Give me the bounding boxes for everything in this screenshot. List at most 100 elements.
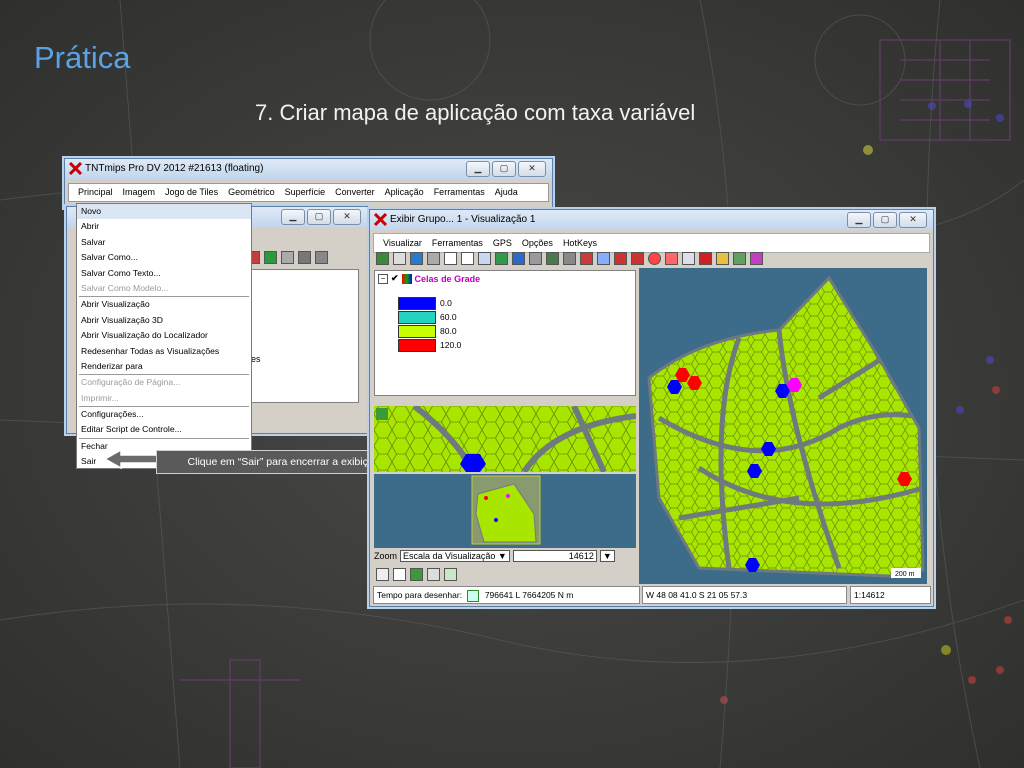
grid-icon[interactable] <box>410 568 423 581</box>
expand-icon[interactable]: − <box>378 273 388 284</box>
small-toolbar <box>376 568 459 581</box>
menu-item-abrir-visualizacao[interactable]: Abrir Visualização <box>77 297 251 312</box>
layer-icon[interactable] <box>264 251 277 264</box>
edit-icon[interactable] <box>733 252 746 265</box>
list-icon[interactable] <box>298 251 311 264</box>
layer-row[interactable]: − ✔ Celas de Grade <box>378 273 480 284</box>
menu-opcoes[interactable]: Opções <box>517 234 558 252</box>
menu-item-salvar-como[interactable]: Salvar Como... <box>77 250 251 265</box>
legend-swatch <box>398 311 436 325</box>
menu-item-abrir[interactable]: Abrir <box>77 219 251 234</box>
gps-icon <box>467 589 480 602</box>
pointer-arrow-icon <box>103 448 158 470</box>
legend-swatch <box>398 297 436 311</box>
menu-ferramentas[interactable]: Ferramentas <box>427 234 488 252</box>
arrow-right-icon[interactable] <box>631 252 644 265</box>
main-window-titlebar[interactable]: TNTmips Pro DV 2012 #21613 (floating) ▁ … <box>65 159 552 179</box>
close-button[interactable]: ✕ <box>333 209 361 225</box>
magnify-icon[interactable] <box>444 568 457 581</box>
close-button[interactable]: ✕ <box>899 212 927 228</box>
zoom-extent-icon[interactable] <box>478 252 491 265</box>
full-view-icon[interactable] <box>393 252 406 265</box>
scale-input[interactable]: 14612 <box>512 550 597 562</box>
table-icon[interactable] <box>315 251 328 264</box>
legend-swatch <box>398 339 436 353</box>
stop-icon[interactable] <box>648 252 661 265</box>
gps-icon[interactable] <box>580 252 593 265</box>
menu-item-renderizar-para[interactable]: Renderizar para <box>77 359 251 374</box>
main-menubar: Principal Imagem Jogo de Tiles Geométric… <box>68 183 549 202</box>
view-toolbar <box>376 252 765 265</box>
grid-view-icon[interactable] <box>495 252 508 265</box>
zoom-label: Zoom <box>374 551 398 561</box>
layout-icon[interactable] <box>597 252 610 265</box>
legend-entry-1: 60.0 <box>398 311 457 325</box>
menu-converter[interactable]: Converter <box>330 184 380 201</box>
palette-icon[interactable] <box>750 252 763 265</box>
map-canvas[interactable]: 200 m <box>639 268 927 584</box>
status-scale: 1:14612 <box>850 586 931 604</box>
minimize-button[interactable]: ▁ <box>847 212 871 228</box>
menu-item-abrir-localizador[interactable]: Abrir Visualização do Localizador <box>77 328 251 343</box>
menu-item-salvar-como-texto[interactable]: Salvar Como Texto... <box>77 266 251 281</box>
minimize-button[interactable]: ▁ <box>281 209 305 225</box>
slide-title: Prática <box>34 40 131 75</box>
measure-icon[interactable] <box>529 252 542 265</box>
principal-dropdown: Novo Abrir Salvar Salvar Como... Salvar … <box>76 203 252 469</box>
magnify-icon[interactable] <box>682 252 695 265</box>
legend-entry-3: 120.0 <box>398 339 461 353</box>
zoom-box-icon[interactable] <box>427 252 440 265</box>
zoom-icon[interactable] <box>393 568 406 581</box>
view-window-titlebar[interactable]: Exibir Grupo... 1 - Visualização 1 ▁ ▢ ✕ <box>370 210 933 230</box>
menu-ajuda[interactable]: Ajuda <box>490 184 523 201</box>
maximize-button[interactable]: ▢ <box>492 161 516 177</box>
menu-ferramentas[interactable]: Ferramentas <box>429 184 490 201</box>
minimize-button[interactable]: ▁ <box>466 161 490 177</box>
close-button[interactable]: ✕ <box>518 161 546 177</box>
pan-icon[interactable] <box>410 252 423 265</box>
scale-select[interactable]: Escala da Visualização ▼ <box>400 550 510 562</box>
zoom-in-icon[interactable] <box>376 408 388 420</box>
tntmips-logo-icon <box>69 162 82 175</box>
scale-bar-label: 200 m <box>895 571 915 578</box>
menu-visualizar[interactable]: Visualizar <box>378 234 427 252</box>
legend-entry-0: 0.0 <box>398 297 452 311</box>
select-icon[interactable] <box>512 252 525 265</box>
menu-item-configuracoes[interactable]: Configurações... <box>77 407 251 422</box>
menu-item-configuracao-pagina: Configuração de Página... <box>81 377 181 388</box>
menu-item-salvar[interactable]: Salvar <box>77 235 251 250</box>
menu-jogo-de-tiles[interactable]: Jogo de Tiles <box>160 184 223 201</box>
menu-superficie[interactable]: Superfície <box>280 184 331 201</box>
camera-icon[interactable] <box>563 252 576 265</box>
menu-hotkeys[interactable]: HotKeys <box>558 234 602 252</box>
zoom-in-icon[interactable] <box>444 252 457 265</box>
chevron-down-icon[interactable]: ▼ <box>599 550 615 562</box>
zoom-out-icon[interactable] <box>461 252 474 265</box>
status-latlon: W 48 08 41.0 S 21 05 57.3 <box>642 586 847 604</box>
maximize-button[interactable]: ▢ <box>873 212 897 228</box>
menu-imagem[interactable]: Imagem <box>118 184 161 201</box>
checkbox-icon[interactable]: ✔ <box>391 273 399 284</box>
view-menubar: Visualizar Ferramentas GPS Opções HotKey… <box>373 233 930 253</box>
menu-principal[interactable]: Principal <box>73 184 118 201</box>
pen-icon[interactable] <box>716 252 729 265</box>
maximize-button[interactable]: ▢ <box>307 209 331 225</box>
main-window-title: TNTmips Pro DV 2012 #21613 (floating) <box>85 163 264 174</box>
refresh-icon[interactable] <box>427 568 440 581</box>
redraw-icon[interactable] <box>376 252 389 265</box>
menu-item-novo[interactable]: Novo <box>77 204 251 220</box>
cursor-icon[interactable] <box>699 252 712 265</box>
binoculars-icon[interactable] <box>546 252 559 265</box>
menu-geometrico[interactable]: Geométrico <box>223 184 280 201</box>
menu-gps[interactable]: GPS <box>488 234 517 252</box>
slide-subtitle: 7. Criar mapa de aplicação com taxa vari… <box>255 100 696 125</box>
locator-panel[interactable] <box>374 474 636 548</box>
menu-item-abrir-visualizacao-3d[interactable]: Abrir Visualização 3D <box>77 313 251 328</box>
save-icon[interactable] <box>281 251 294 264</box>
menu-item-editar-script[interactable]: Editar Script de Controle... <box>77 422 251 437</box>
menu-aplicacao[interactable]: Aplicação <box>380 184 429 201</box>
arrow-left-icon[interactable] <box>614 252 627 265</box>
menu-item-redesenhar[interactable]: Redesenhar Todas as Visualizações <box>77 344 251 359</box>
list-icon[interactable] <box>376 568 389 581</box>
target-icon[interactable] <box>665 252 678 265</box>
